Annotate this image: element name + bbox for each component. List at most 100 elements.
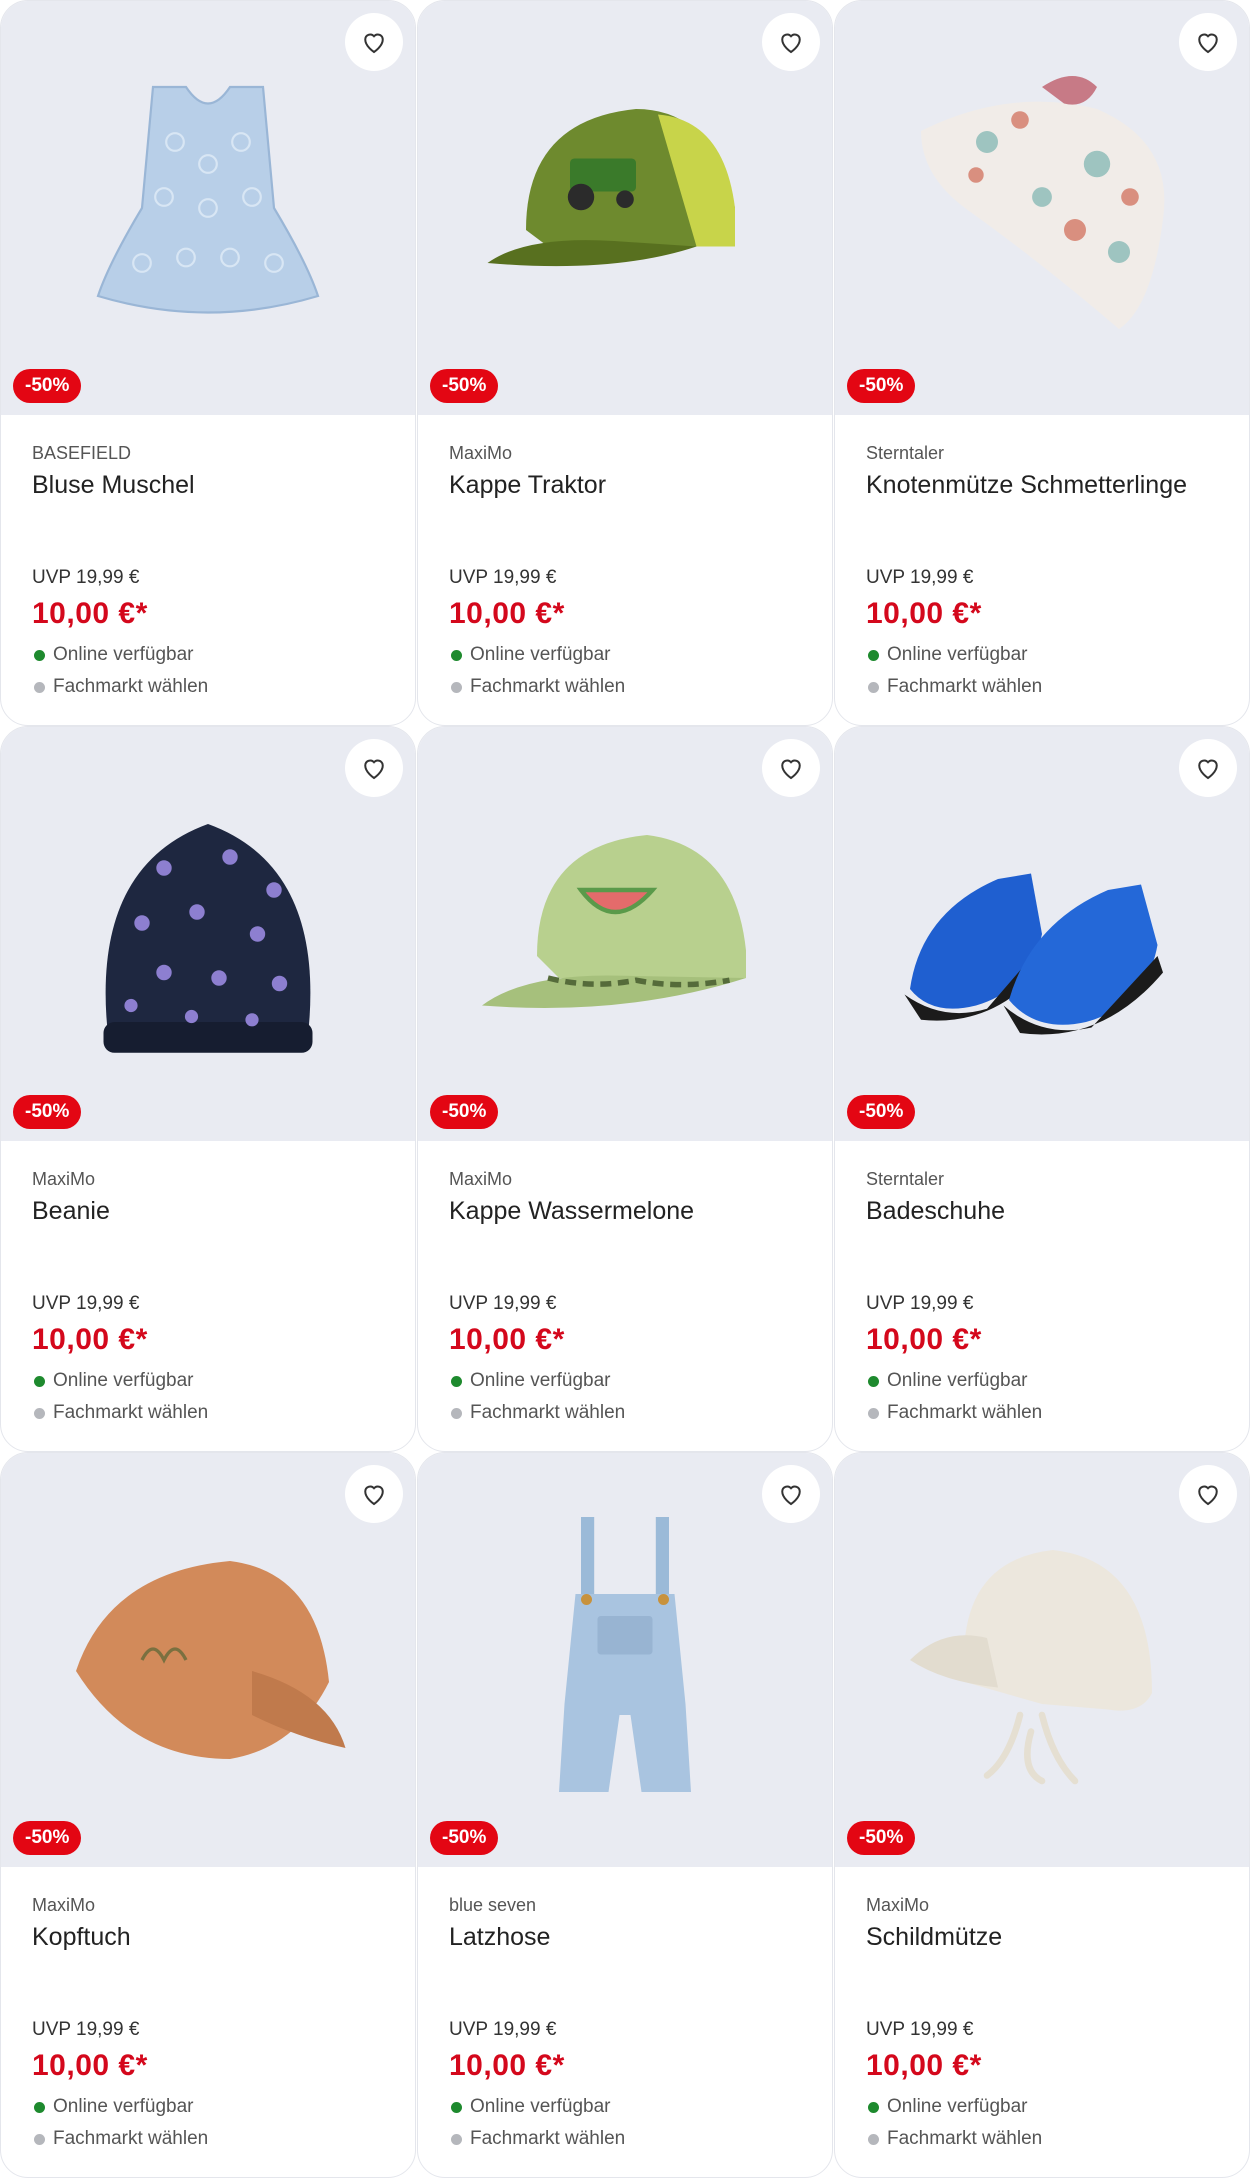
product-card[interactable]: -50% Sterntaler Knotenmütze Schmetterlin… [834, 0, 1250, 726]
product-name[interactable]: Kappe Wassermelone [449, 1195, 812, 1227]
online-availability: Online verfügbar [868, 1370, 1027, 1392]
discount-badge: -50% [847, 369, 916, 403]
status-dot-icon [34, 1375, 45, 1387]
product-name[interactable]: Beanie [32, 1195, 395, 1227]
status-dot-icon [868, 2101, 879, 2113]
status-dot-icon [34, 1407, 45, 1419]
store-select-link[interactable]: Fachmarkt wählen [451, 2128, 625, 2150]
favorite-button[interactable] [1179, 1465, 1237, 1523]
online-label: Online verfügbar [53, 1370, 194, 1391]
store-select-link[interactable]: Fachmarkt wählen [868, 1402, 1042, 1424]
product-card[interactable]: -50% blue seven Latzhose UVP 19,99 € 10,… [417, 1452, 833, 2178]
product-image[interactable] [1, 1453, 415, 1867]
store-label: Fachmarkt wählen [53, 2128, 209, 2149]
discount-badge: -50% [13, 369, 82, 403]
online-label: Online verfügbar [53, 644, 194, 665]
sun-hat-image [910, 1550, 1152, 1785]
sale-price: 10,00 €* [449, 2049, 565, 2082]
product-brand: MaxiMo [449, 443, 513, 463]
discount-badge: -50% [847, 1821, 916, 1855]
favorite-button[interactable] [345, 1465, 403, 1523]
product-card[interactable]: -50% MaxiMo Kappe Traktor UVP 19,99 € 10… [417, 0, 833, 726]
status-dot-icon [451, 2101, 462, 2113]
melon-cap-image [482, 835, 746, 1008]
uvp-price: UVP 19,99 € [866, 2019, 974, 2040]
product-image[interactable] [835, 1453, 1249, 1867]
product-name[interactable]: Kappe Traktor [449, 469, 812, 501]
status-dot-icon [451, 2133, 462, 2145]
store-select-link[interactable]: Fachmarkt wählen [451, 676, 625, 698]
discount-badge: -50% [847, 1095, 916, 1129]
product-image[interactable] [418, 1, 832, 415]
product-card[interactable]: -50% MaxiMo Kappe Wassermelone UVP 19,99… [417, 726, 833, 1452]
sale-price: 10,00 €* [449, 597, 565, 630]
discount-badge: -50% [13, 1821, 82, 1855]
favorite-button[interactable] [762, 739, 820, 797]
favorite-button[interactable] [1179, 739, 1237, 797]
store-label: Fachmarkt wählen [887, 1402, 1043, 1423]
online-availability: Online verfügbar [868, 644, 1027, 666]
swim-shoes-image [904, 873, 1163, 1035]
product-card[interactable]: -50% Sterntaler Badeschuhe UVP 19,99 € 1… [834, 726, 1250, 1452]
product-grid: -50% BASEFIELD Bluse Muschel UVP 19,99 €… [0, 0, 1250, 2178]
store-select-link[interactable]: Fachmarkt wählen [868, 2128, 1042, 2150]
discount-badge: -50% [430, 1821, 499, 1855]
product-image[interactable] [418, 727, 832, 1141]
sale-price: 10,00 €* [449, 1323, 565, 1356]
status-dot-icon [868, 1407, 879, 1419]
heart-outline-icon [364, 1485, 384, 1506]
product-image[interactable] [418, 1453, 832, 1867]
product-card[interactable]: -50% BASEFIELD Bluse Muschel UVP 19,99 €… [0, 0, 416, 726]
product-name[interactable]: Bluse Muschel [32, 469, 395, 501]
online-availability: Online verfügbar [34, 644, 193, 666]
status-dot-icon [451, 1375, 462, 1387]
status-dot-icon [451, 681, 462, 693]
product-name[interactable]: Schildmütze [866, 1921, 1229, 1953]
favorite-button[interactable] [345, 739, 403, 797]
sale-price: 10,00 €* [866, 2049, 982, 2082]
product-image[interactable] [1, 1, 415, 415]
favorite-button[interactable] [762, 13, 820, 71]
blouse-image [96, 85, 320, 314]
store-select-link[interactable]: Fachmarkt wählen [34, 1402, 208, 1424]
online-availability: Online verfügbar [34, 2096, 193, 2118]
online-availability: Online verfügbar [868, 2096, 1027, 2118]
product-brand: MaxiMo [32, 1895, 96, 1915]
product-name[interactable]: Knotenmütze Schmetterlinge [866, 469, 1229, 501]
product-brand: MaxiMo [32, 1169, 96, 1189]
product-name[interactable]: Latzhose [449, 1921, 812, 1953]
favorite-button[interactable] [345, 13, 403, 71]
product-card[interactable]: -50% MaxiMo Kopftuch UVP 19,99 € 10,00 €… [0, 1452, 416, 2178]
heart-outline-icon [1198, 33, 1218, 54]
store-label: Fachmarkt wählen [53, 1402, 209, 1423]
online-label: Online verfügbar [887, 644, 1028, 665]
uvp-price: UVP 19,99 € [449, 2019, 557, 2040]
store-label: Fachmarkt wählen [53, 676, 209, 697]
online-label: Online verfügbar [470, 2096, 611, 2117]
product-image[interactable] [835, 1, 1249, 415]
status-dot-icon [868, 1375, 879, 1387]
online-availability: Online verfügbar [451, 1370, 610, 1392]
discount-badge: -50% [13, 1095, 82, 1129]
favorite-button[interactable] [762, 1465, 820, 1523]
product-image[interactable] [1, 727, 415, 1141]
status-dot-icon [868, 2133, 879, 2145]
beanie-image [103, 824, 313, 1053]
product-name[interactable]: Kopftuch [32, 1921, 395, 1953]
status-dot-icon [34, 2133, 45, 2145]
heart-outline-icon [781, 759, 801, 780]
product-card[interactable]: -50% MaxiMo Beanie UVP 19,99 € 10,00 €* … [0, 726, 416, 1452]
discount-badge: -50% [430, 1095, 499, 1129]
store-label: Fachmarkt wählen [887, 676, 1043, 697]
product-name[interactable]: Badeschuhe [866, 1195, 1229, 1227]
product-image[interactable] [835, 727, 1249, 1141]
uvp-price: UVP 19,99 € [32, 2019, 140, 2040]
product-card[interactable]: -50% MaxiMo Schildmütze UVP 19,99 € 10,0… [834, 1452, 1250, 2178]
store-select-link[interactable]: Fachmarkt wählen [34, 676, 208, 698]
store-select-link[interactable]: Fachmarkt wählen [34, 2128, 208, 2150]
store-select-link[interactable]: Fachmarkt wählen [868, 676, 1042, 698]
headscarf-image [76, 1561, 346, 1759]
store-select-link[interactable]: Fachmarkt wählen [451, 1402, 625, 1424]
uvp-price: UVP 19,99 € [449, 1293, 557, 1314]
favorite-button[interactable] [1179, 13, 1237, 71]
